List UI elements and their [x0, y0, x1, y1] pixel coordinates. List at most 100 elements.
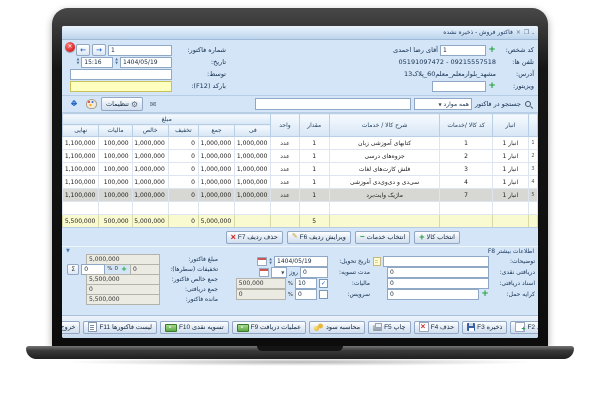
col-final[interactable]: نهایی	[62, 124, 100, 137]
date-field[interactable]: 1404/05/19	[120, 56, 172, 68]
close-form-button[interactable]: ×	[65, 42, 75, 52]
calendar-icon[interactable]	[259, 268, 270, 277]
cell-row[interactable]: 4	[527, 175, 538, 189]
cell-price[interactable]: 1,000,000	[234, 162, 272, 176]
cell-code[interactable]: 7	[439, 188, 493, 202]
add-freight-icon[interactable]: +	[481, 290, 489, 299]
add-person-icon[interactable]: +	[488, 45, 496, 55]
tax-checkbox[interactable]: ✓	[319, 279, 328, 288]
cell-qty[interactable]: 1	[298, 188, 330, 202]
cell-row[interactable]: 1	[527, 136, 538, 150]
fit-view-button[interactable]	[67, 97, 81, 111]
cell-qty[interactable]: 1	[298, 162, 330, 176]
freight-field[interactable]: 0	[387, 289, 479, 300]
cash-received-field[interactable]: 0	[387, 267, 489, 278]
cell-desc[interactable]: کتابهای آموزشی زبان	[328, 136, 441, 150]
cell-tax[interactable]: 100,000	[98, 188, 133, 202]
cell-unit[interactable]: عدد	[270, 162, 300, 176]
cell-code[interactable]	[439, 201, 493, 215]
receive-button[interactable]: عملیات دریافت F9	[231, 320, 306, 334]
delivery-date-spinner[interactable]: ▲ ▼	[269, 257, 272, 265]
col-tax[interactable]: مالیات	[98, 124, 133, 137]
col-price[interactable]: فی	[234, 124, 272, 137]
cell-net[interactable]: 1,000,000	[131, 149, 169, 163]
delivery-date-field[interactable]: 1404/05/19	[274, 256, 328, 267]
cash-button[interactable]: تسویه نقدی F10	[159, 320, 229, 334]
cell-code[interactable]: 1	[439, 136, 493, 150]
cell-final[interactable]	[62, 201, 100, 215]
cell-unit[interactable]: عدد	[270, 175, 300, 189]
time-spinner[interactable]: ▲ ▼	[77, 58, 80, 65]
next-invoice-button[interactable]: →	[92, 44, 106, 56]
list-button[interactable]: لیست فاکتورها F11	[83, 320, 157, 334]
by-field[interactable]	[70, 68, 172, 80]
cell-store[interactable]: انبار 1	[491, 136, 529, 150]
cell-store[interactable]	[491, 201, 529, 215]
plus-button[interactable]: انتخاب کالا	[414, 230, 460, 244]
settings-button[interactable]: تنظیمات	[101, 97, 144, 111]
cell-store[interactable]: انبار 1	[491, 149, 529, 163]
cell-unit[interactable]: عدد	[270, 149, 300, 163]
cell-final[interactable]: 1,100,000	[62, 162, 100, 176]
cell-net[interactable]: 1,000,000	[131, 175, 169, 189]
cell-row[interactable]: 5	[527, 188, 538, 202]
cell-desc[interactable]: ماژیک وایت‌برد	[328, 188, 441, 202]
cell-row[interactable]	[527, 201, 538, 215]
cell-desc[interactable]: سی‌دی و دی‌وی‌دی آموزشی	[328, 175, 441, 189]
cell-qty[interactable]: 1	[298, 136, 330, 150]
cell-code[interactable]: 4	[439, 175, 493, 189]
table-row[interactable]	[62, 201, 538, 215]
cell-code[interactable]: 2	[439, 149, 493, 163]
table-row[interactable]: 5 انبار 1 7 ماژیک وایت‌برد 1 عدد 1,000,000 1,00…	[62, 188, 538, 202]
cell-discount[interactable]: 0	[167, 188, 199, 202]
minus-button[interactable]: انتخاب خدمات	[354, 230, 411, 244]
close-icon[interactable]: ×	[516, 29, 521, 36]
cell-store[interactable]: انبار 1	[491, 162, 529, 176]
add-discount-icon[interactable]: +	[120, 265, 128, 274]
cell-price[interactable]: 1,000,000	[234, 136, 272, 150]
service-checkbox[interactable]	[319, 290, 328, 299]
cell-desc[interactable]	[328, 201, 441, 215]
cell-qty[interactable]: 1	[298, 175, 330, 189]
cell-row[interactable]: 2	[527, 149, 538, 163]
cell-total[interactable]: 1,000,000	[197, 175, 236, 189]
cell-code[interactable]: 3	[439, 162, 493, 176]
settle-unit-select[interactable]: ▼	[271, 267, 288, 278]
cell-final[interactable]: 1,100,000	[62, 136, 100, 150]
cell-discount[interactable]: 0	[167, 175, 199, 189]
date-spinner[interactable]: ▲ ▼	[115, 58, 118, 65]
table-row[interactable]: 3 انبار 1 3 فلش کارت‌های لغات 1 عدد 1,000,000 1…	[62, 162, 538, 176]
settle-field[interactable]: 0	[300, 267, 328, 278]
cell-discount[interactable]: 0	[167, 162, 199, 176]
add-visitor-icon[interactable]: +	[488, 81, 496, 91]
search-scope-select[interactable]: همه موارد ▼	[413, 98, 472, 110]
cell-price[interactable]: 1,000,000	[234, 188, 272, 202]
save-button[interactable]: ذخیره F3	[462, 320, 508, 334]
cell-discount[interactable]: 0	[167, 136, 199, 150]
palette-button[interactable]	[84, 97, 98, 111]
cell-net[interactable]	[131, 201, 169, 215]
delete-button[interactable]: حذف F4	[413, 320, 460, 334]
prev-invoice-button[interactable]: ←	[76, 44, 90, 56]
new-button[interactable]: جدید F2	[510, 320, 538, 334]
col-net[interactable]: خالص	[131, 124, 169, 137]
notes-input[interactable]	[383, 256, 489, 267]
sigma-button[interactable]: Σ	[67, 263, 80, 275]
col-qty[interactable]: مقدار	[298, 113, 330, 137]
cell-total[interactable]: 1,000,000	[197, 188, 236, 202]
cell-total[interactable]	[197, 201, 236, 215]
mail-button[interactable]	[146, 97, 160, 111]
cell-tax[interactable]: 100,000	[98, 136, 133, 150]
calendar-icon[interactable]	[257, 257, 268, 266]
cell-tax[interactable]: 100,000	[98, 162, 133, 176]
cell-final[interactable]: 1,100,000	[62, 149, 100, 163]
cell-tax[interactable]	[98, 201, 133, 215]
cell-total[interactable]: 1,000,000	[197, 162, 236, 176]
barcode-field[interactable]	[70, 80, 172, 92]
col-total[interactable]: جمع	[197, 124, 236, 137]
cell-unit[interactable]: عدد	[270, 188, 300, 202]
cell-qty[interactable]	[298, 201, 330, 215]
invoice-no-field[interactable]: 1	[108, 44, 172, 56]
cell-tax[interactable]: 100,000	[98, 175, 133, 189]
cell-final[interactable]: 1,100,000	[62, 188, 100, 202]
